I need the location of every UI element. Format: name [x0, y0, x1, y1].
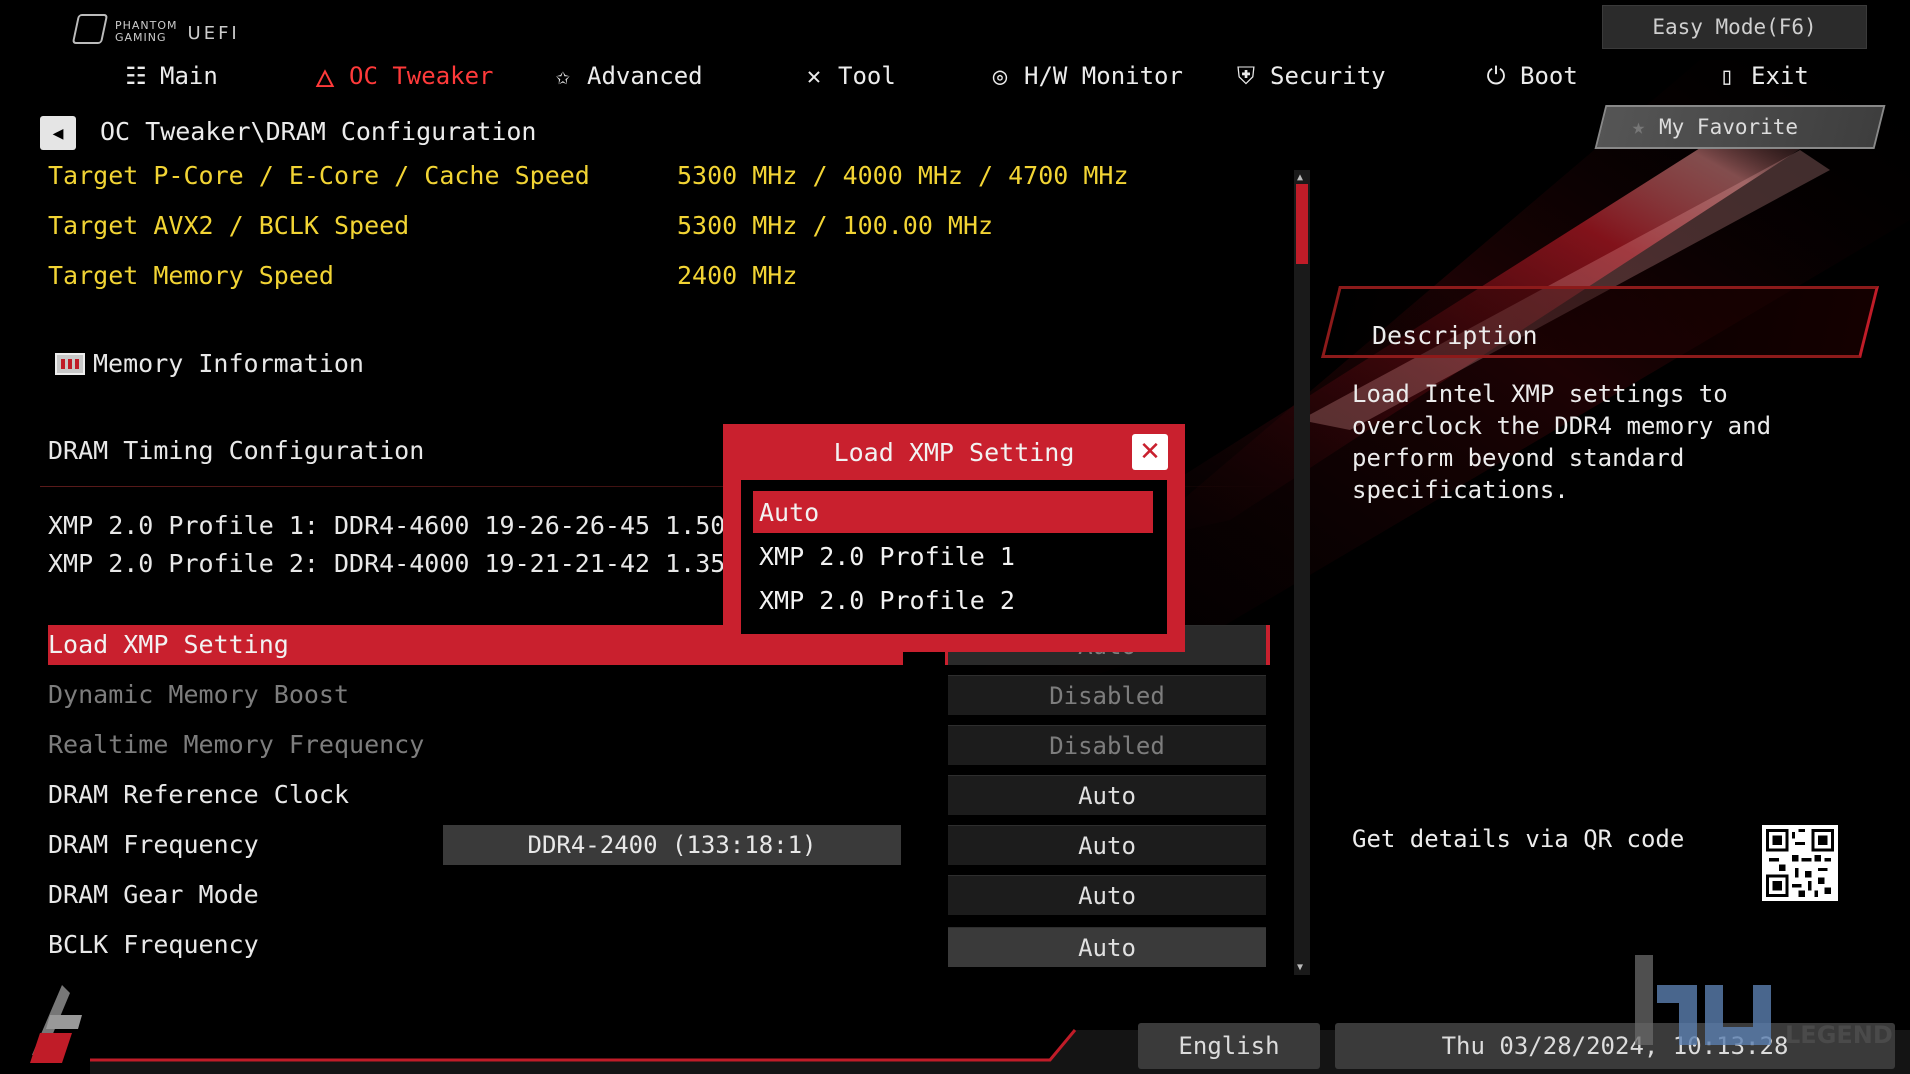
my-favorite-label: My Favorite: [1659, 115, 1799, 139]
dialog-options-list: Auto XMP 2.0 Profile 1 XMP 2.0 Profile 2: [741, 480, 1167, 634]
memory-information-label: Memory Information: [93, 349, 364, 378]
scrollbar-thumb[interactable]: [1296, 184, 1308, 264]
list-icon: ☷: [125, 62, 147, 90]
watermark-logo: LEGEND: [1635, 955, 1900, 1065]
tab-tool[interactable]: ✕ Tool: [800, 56, 896, 96]
tab-label: Security: [1270, 62, 1386, 90]
tab-label: Advanced: [587, 62, 703, 90]
dialog-title: Load XMP Setting: [833, 437, 1075, 467]
star-icon: ★: [1632, 114, 1646, 140]
tab-label: Exit: [1751, 62, 1809, 90]
monitor-icon: ◎: [992, 62, 1008, 90]
dram-timing-configuration-item[interactable]: DRAM Timing Configuration: [48, 436, 424, 465]
chevron-left-icon: ◀: [52, 122, 64, 144]
option-auto[interactable]: Auto: [753, 491, 1153, 533]
tab-advanced[interactable]: ✩ Advanced: [549, 56, 703, 96]
phantom-gaming-logo: PHANTOM GAMING UEFI: [71, 14, 240, 44]
tab-security[interactable]: ⛨ Security: [1232, 56, 1386, 96]
language-button[interactable]: English: [1138, 1023, 1320, 1069]
shield-icon: ⛨: [1237, 62, 1255, 90]
load-xmp-setting-dialog: Load XMP Setting ✕ Auto XMP 2.0 Profile …: [723, 424, 1185, 652]
tab-oc-tweaker[interactable]: 🜂 OC Tweaker: [311, 56, 494, 96]
memory-module-icon: [55, 353, 85, 375]
tab-label: Main: [160, 62, 218, 90]
easy-mode-button[interactable]: Easy Mode(F6): [1602, 5, 1867, 49]
dram-reference-clock-value-button[interactable]: Auto: [948, 775, 1266, 815]
target-label: Target Memory Speed: [48, 261, 334, 290]
setting-load-xmp[interactable]: Load XMP Setting: [48, 630, 289, 659]
tab-exit[interactable]: ▯ Exit: [1713, 56, 1809, 96]
star-icon: ✩: [555, 62, 571, 90]
tab-label: H/W Monitor: [1024, 62, 1183, 90]
breadcrumb: OC Tweaker\DRAM Configuration: [100, 117, 537, 146]
setting-dram-reference-clock[interactable]: DRAM Reference Clock: [48, 780, 349, 809]
close-button[interactable]: ✕: [1132, 434, 1168, 470]
scrollbar[interactable]: ▲ ▼: [1294, 170, 1310, 975]
exit-door-icon: ▯: [1719, 62, 1735, 90]
target-label: Target P-Core / E-Core / Cache Speed: [48, 161, 590, 190]
scroll-down-icon[interactable]: ▼: [1297, 962, 1303, 973]
xmp-profile-info: XMP 2.0 Profile 2: DDR4-4000 19-21-21-42…: [48, 549, 816, 578]
dram-frequency-info: DDR4-2400 (133:18:1): [443, 825, 901, 865]
qr-code-pattern: [1766, 829, 1834, 897]
dynamic-memory-boost-value: Disabled: [948, 675, 1266, 715]
setting-realtime-memory-frequency: Realtime Memory Frequency: [48, 730, 425, 759]
brand-text: PHANTOM GAMING: [115, 19, 178, 44]
memory-information-item[interactable]: Memory Information: [55, 349, 364, 378]
option-xmp-profile-1[interactable]: XMP 2.0 Profile 1: [753, 535, 1153, 577]
qr-code-label: Get details via QR code: [1352, 825, 1685, 853]
tab-main[interactable]: ☷ Main: [122, 56, 218, 96]
qr-code-image: [1762, 825, 1838, 901]
target-value: 5300 MHz / 4000 MHz / 4700 MHz: [677, 161, 1129, 190]
close-icon: ✕: [1139, 437, 1161, 467]
main-nav: ☷ Main 🜂 OC Tweaker ✩ Advanced ✕ Tool ◎ …: [0, 56, 1910, 96]
tab-label: Boot: [1520, 62, 1578, 90]
flame-icon: 🜂: [314, 65, 336, 93]
bclk-frequency-value-button[interactable]: Auto: [948, 927, 1266, 967]
power-icon: ⏻: [1486, 62, 1506, 90]
setting-dram-frequency[interactable]: DRAM Frequency: [48, 830, 259, 859]
phantom-gaming-corner-logo: [22, 985, 92, 1065]
wrench-icon: ✕: [806, 62, 822, 90]
uefi-label: UEFI: [187, 23, 240, 44]
tab-label: OC Tweaker: [349, 62, 494, 90]
description-text: Load Intel XMP settings to overclock the…: [1352, 380, 1772, 504]
dram-frequency-value-button[interactable]: Auto: [948, 825, 1266, 865]
back-button[interactable]: ◀: [40, 116, 76, 150]
target-value: 2400 MHz: [677, 261, 798, 290]
target-value: 5300 MHz / 100.00 MHz: [677, 211, 994, 240]
dram-gear-mode-value-button[interactable]: Auto: [948, 875, 1266, 915]
watermark-text: LEGEND: [1785, 1021, 1893, 1049]
tab-hw-monitor[interactable]: ◎ H/W Monitor: [986, 56, 1183, 96]
option-xmp-profile-2[interactable]: XMP 2.0 Profile 2: [753, 579, 1153, 621]
setting-dynamic-memory-boost: Dynamic Memory Boost: [48, 680, 350, 709]
target-label: Target AVX2 / BCLK Speed: [48, 211, 410, 240]
description-title: Description: [1372, 321, 1538, 350]
tab-label: Tool: [838, 62, 896, 90]
my-favorite-button[interactable]: ★ My Favorite: [1594, 105, 1886, 149]
phantom-gaming-logo-mark: [71, 14, 109, 44]
setting-bclk-frequency[interactable]: BCLK Frequency: [48, 930, 259, 959]
realtime-memory-frequency-value: Disabled: [948, 725, 1266, 765]
xmp-profile-info: XMP 2.0 Profile 1: DDR4-4600 19-26-26-45…: [48, 511, 816, 540]
scroll-up-icon[interactable]: ▲: [1297, 172, 1303, 183]
tab-boot[interactable]: ⏻ Boot: [1482, 56, 1578, 96]
setting-dram-gear-mode[interactable]: DRAM Gear Mode: [48, 880, 259, 909]
